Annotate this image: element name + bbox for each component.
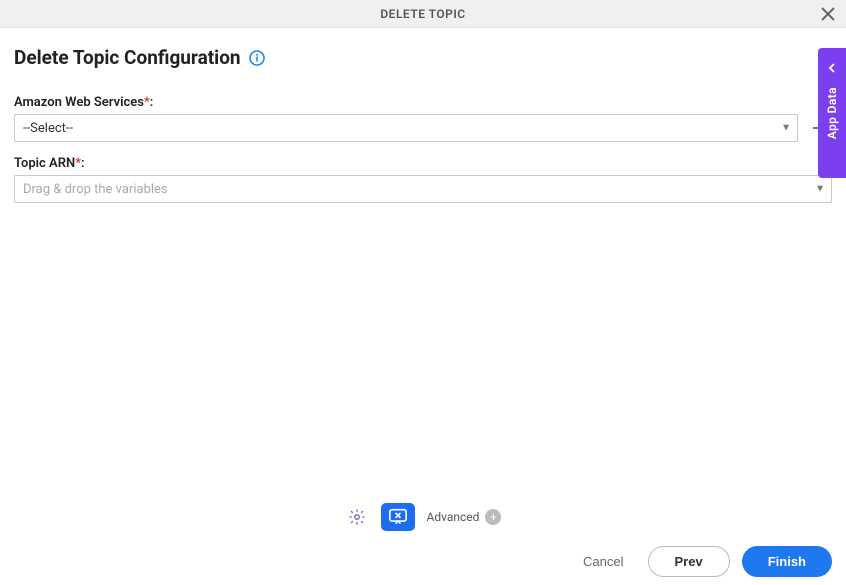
field-aws-label: Amazon Web Services*:	[14, 95, 832, 110]
advanced-toggle[interactable]: Advanced +	[427, 509, 502, 525]
app-data-panel-tab[interactable]: App Data	[818, 48, 846, 178]
chevron-left-icon	[827, 58, 837, 77]
advanced-label: Advanced	[427, 510, 480, 524]
chevron-down-icon: ▼	[815, 184, 825, 195]
dialog-header: DELETE TOPIC	[0, 0, 846, 28]
aws-select[interactable]: --Select-- ▼	[14, 114, 798, 142]
close-icon	[821, 7, 835, 21]
chevron-down-icon: ▼	[781, 123, 791, 134]
finish-button[interactable]: Finish	[742, 546, 832, 577]
dialog-title: DELETE TOPIC	[380, 7, 465, 21]
field-topic-arn-label: Topic ARN*:	[14, 156, 832, 171]
chat-x-icon	[388, 508, 408, 526]
field-aws: Amazon Web Services*: --Select-- ▼	[14, 95, 832, 142]
page-title-row: Delete Topic Configuration	[14, 46, 832, 69]
aws-select-value: --Select--	[23, 121, 73, 136]
page-title: Delete Topic Configuration	[14, 46, 241, 69]
close-button[interactable]	[818, 4, 838, 24]
footer-toolbar: Advanced +	[0, 497, 846, 537]
gear-icon	[348, 508, 366, 526]
settings-button[interactable]	[345, 505, 369, 529]
app-data-label: App Data	[825, 87, 839, 139]
plus-circle-icon: +	[485, 509, 501, 525]
cancel-button[interactable]: Cancel	[571, 546, 635, 577]
field-topic-arn: Topic ARN*: Drag & drop the variables ▼	[14, 156, 832, 203]
info-icon[interactable]	[249, 50, 265, 66]
topic-arn-input[interactable]: Drag & drop the variables ▼	[14, 175, 832, 203]
dialog-content: Delete Topic Configuration Amazon Web Se…	[0, 28, 846, 203]
footer-buttons: Cancel Prev Finish	[571, 546, 832, 577]
debug-button[interactable]	[381, 503, 415, 531]
topic-arn-placeholder: Drag & drop the variables	[23, 182, 168, 197]
prev-button[interactable]: Prev	[648, 546, 730, 577]
